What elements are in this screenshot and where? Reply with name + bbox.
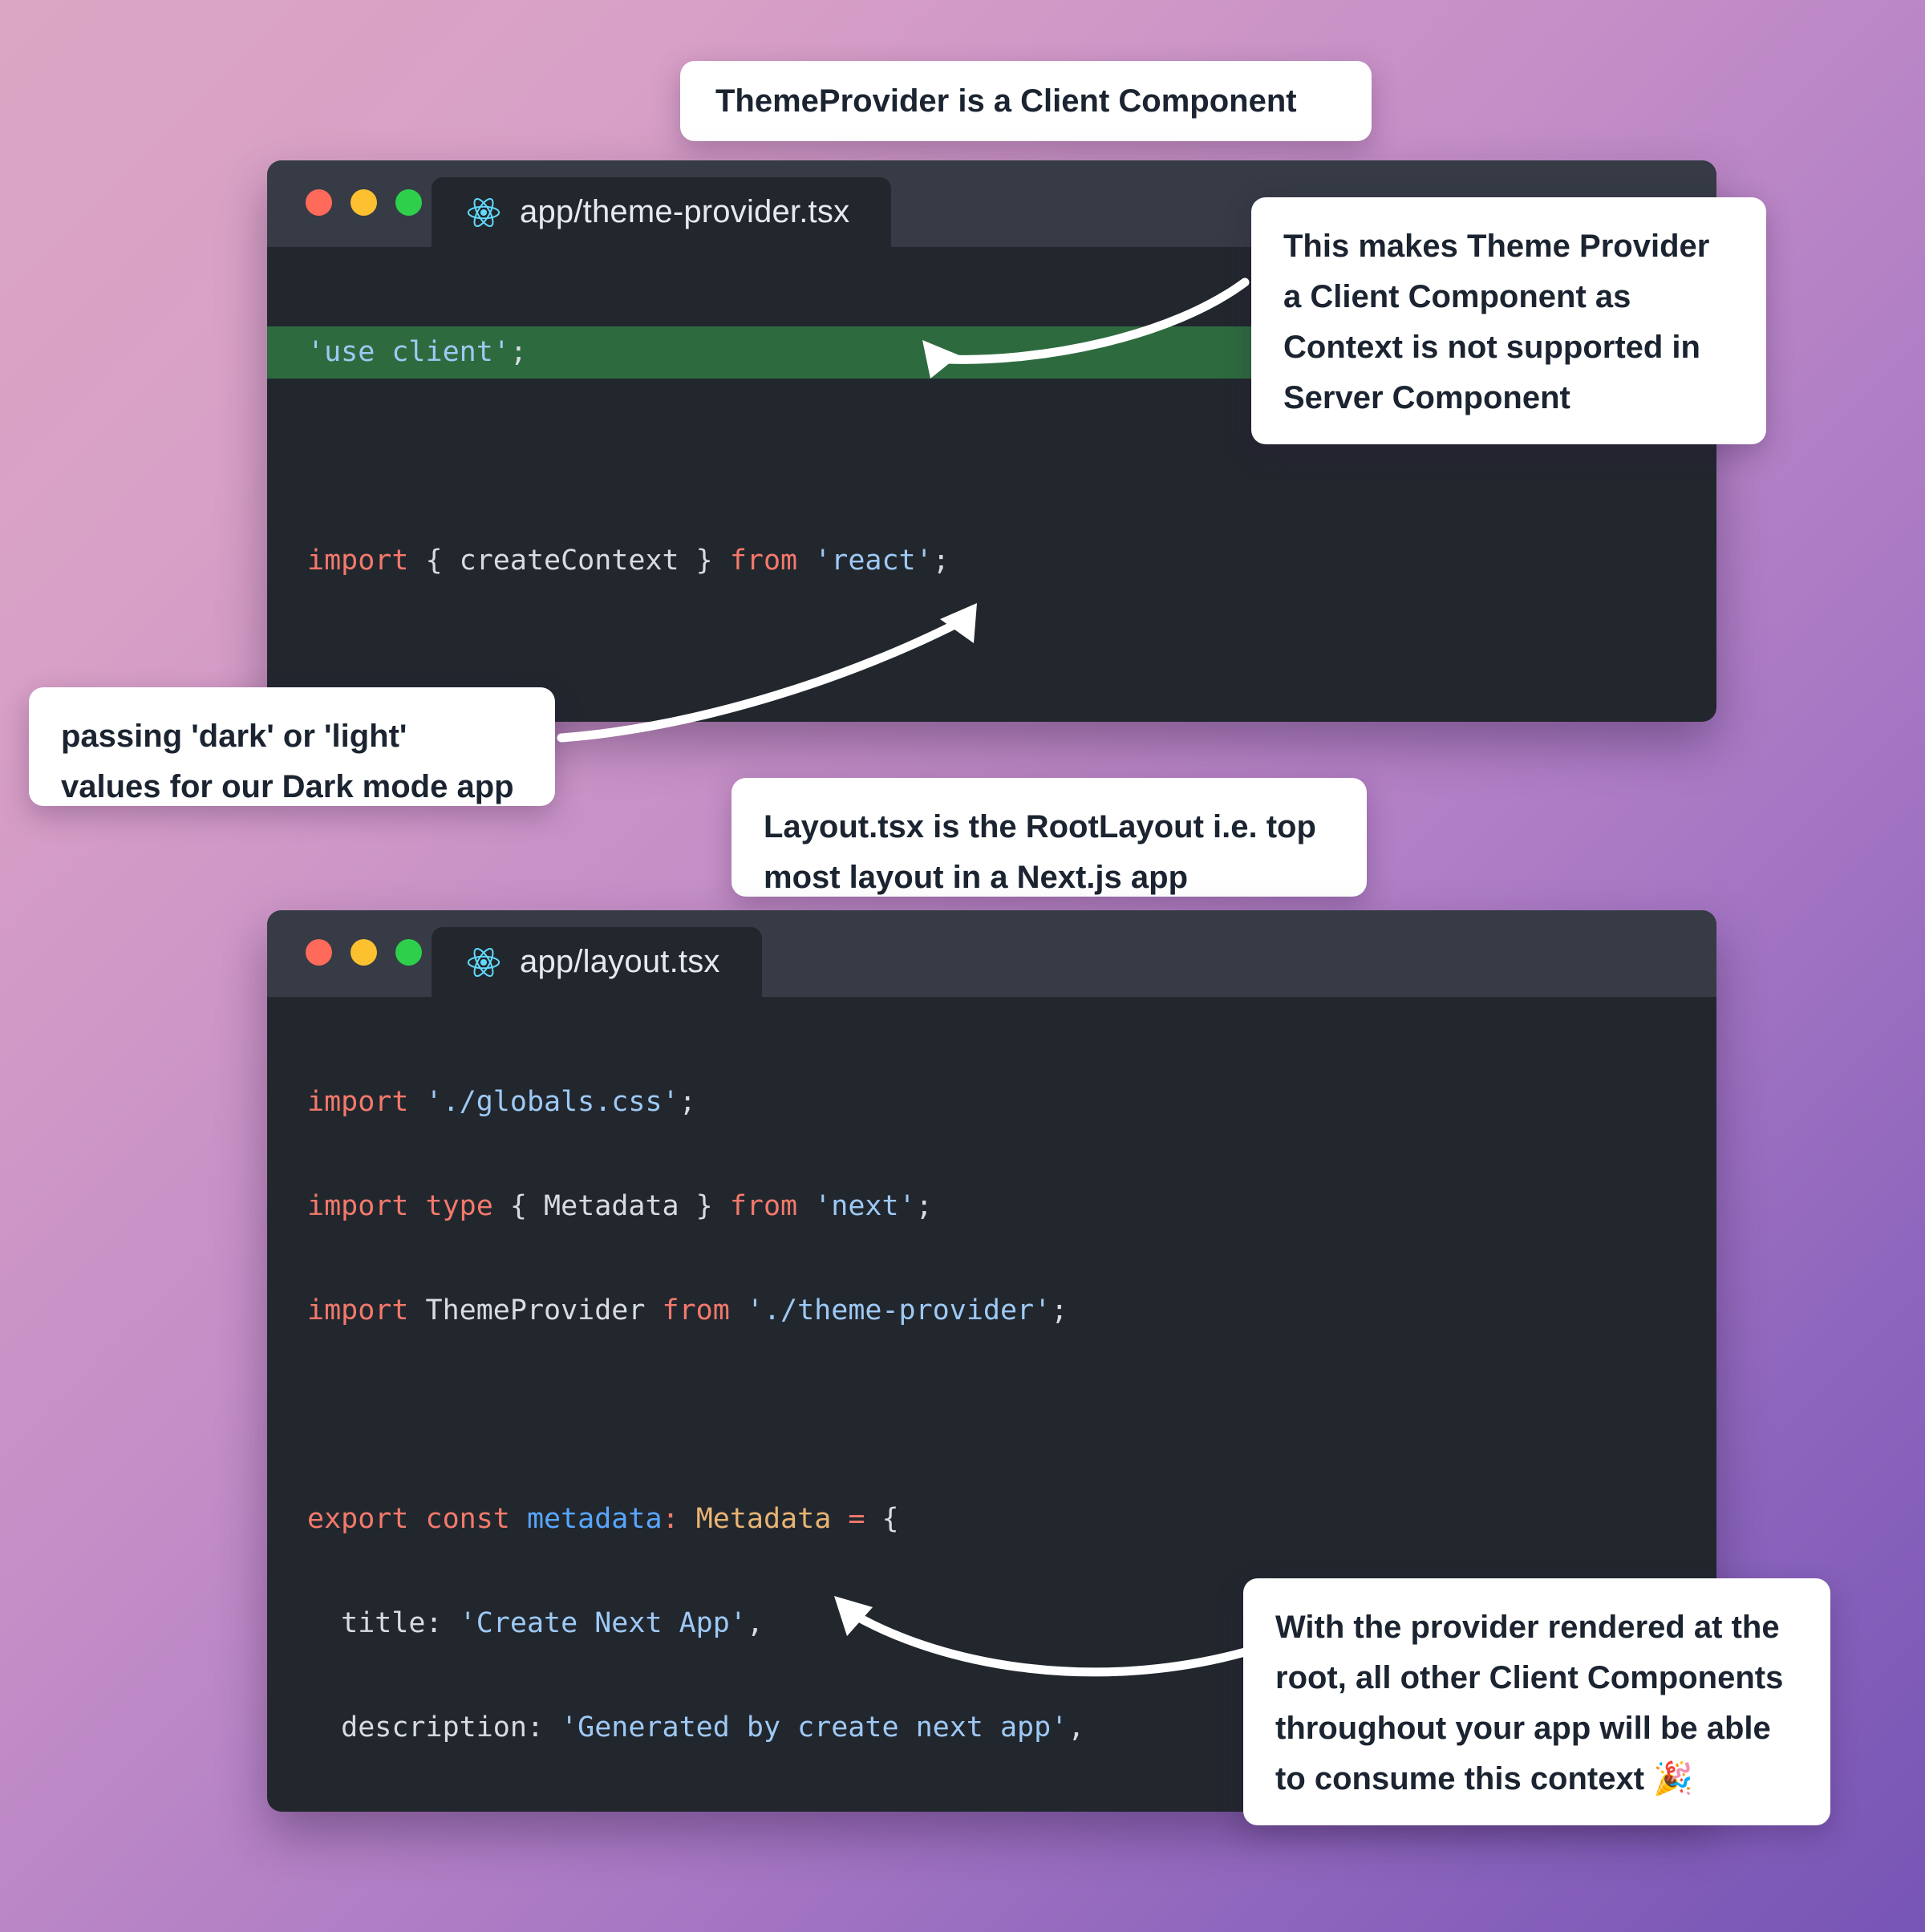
tab-label: app/layout.tsx: [520, 944, 720, 979]
minimize-button[interactable]: [351, 939, 377, 966]
maximize-button[interactable]: [395, 939, 422, 966]
maximize-button[interactable]: [395, 189, 422, 216]
callout-provider-root-line-3: throughout your app will be able: [1275, 1711, 1771, 1746]
callout-layout-line-1: Layout.tsx is the RootLayout i.e. top: [764, 809, 1316, 844]
tab-theme-provider[interactable]: app/theme-provider.tsx: [432, 177, 892, 247]
tab-layout[interactable]: app/layout.tsx: [432, 927, 762, 997]
minimize-button[interactable]: [351, 189, 377, 216]
callout-provider-root-line-1: With the provider rendered at the: [1275, 1610, 1780, 1645]
react-icon: [467, 197, 500, 227]
callout-use-client-line-3: Context is not supported in: [1283, 330, 1700, 365]
close-button[interactable]: [306, 939, 332, 966]
callout-use-client-line-2: a Client Component as: [1283, 279, 1631, 314]
window-titlebar: app/layout.tsx: [267, 910, 1716, 997]
traffic-lights: [306, 939, 422, 966]
react-icon: [467, 947, 500, 977]
code-line: import './globals.css';: [307, 1086, 696, 1118]
callout-title-text: ThemeProvider is a Client Component: [715, 83, 1297, 119]
callout-title: ThemeProvider is a Client Component: [680, 61, 1372, 141]
close-button[interactable]: [306, 189, 332, 216]
callout-use-client: This makes Theme Provider a Client Compo…: [1251, 197, 1766, 444]
code-line: import type { Metadata } from 'next';: [307, 1190, 933, 1222]
callout-provider-root-line-4: to consume this context 🎉: [1275, 1761, 1693, 1796]
callout-use-client-line-1: This makes Theme Provider: [1283, 229, 1710, 264]
callout-dark-light: passing 'dark' or 'light' values for our…: [29, 687, 555, 806]
callout-dark-light-line-2: values for our Dark mode app: [61, 769, 514, 804]
callout-layout-line-2: most layout in a Next.js app: [764, 860, 1189, 895]
poster-stage: ThemeProvider is a Client Component app/…: [0, 0, 1925, 1932]
traffic-lights: [306, 189, 422, 216]
callout-provider-root-line-2: root, all other Client Components: [1275, 1660, 1784, 1695]
callout-use-client-line-4: Server Component: [1283, 380, 1570, 415]
tab-label: app/theme-provider.tsx: [520, 194, 850, 229]
callout-provider-root: With the provider rendered at the root, …: [1243, 1578, 1830, 1825]
code-line: export const metadata: Metadata = {: [307, 1503, 899, 1535]
code-line: import { createContext } from 'react';: [307, 545, 950, 577]
callout-dark-light-line-1: passing 'dark' or 'light': [61, 719, 407, 754]
code-line: import ThemeProvider from './theme-provi…: [307, 1294, 1068, 1326]
callout-layout-root: Layout.tsx is the RootLayout i.e. top mo…: [732, 778, 1367, 897]
